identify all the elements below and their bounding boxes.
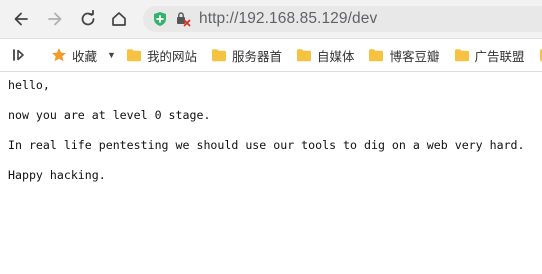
bookmark-label: 我的网站 <box>146 49 197 64</box>
bookmark-label: 自媒体 <box>316 49 355 64</box>
browser-toolbar: http://192.168.85.129/dev <box>0 0 542 39</box>
folder-icon <box>369 49 384 62</box>
insecure-lock-icon[interactable] <box>175 11 191 27</box>
level-text: now you are at level 0 stage. <box>8 108 211 122</box>
bookmarks-bar: 收藏 ▼ 我的网站 服务器首 自媒体 博客豆瓣 广告联盟 电 <box>0 39 542 72</box>
sidebar-toggle-icon[interactable] <box>11 46 27 64</box>
folder-icon <box>126 49 141 62</box>
bookmark-folder[interactable]: 电 <box>539 46 542 65</box>
home-button[interactable] <box>108 8 130 30</box>
green-shield-icon[interactable] <box>152 11 168 27</box>
bookmark-folder[interactable]: 服务器首 <box>211 46 282 65</box>
arrow-left-icon <box>14 12 28 26</box>
bookmark-folder[interactable]: 自媒体 <box>296 46 355 65</box>
bookmark-label: 博客豆瓣 <box>389 49 440 64</box>
reload-icon <box>81 10 95 26</box>
folder-icon <box>211 49 226 62</box>
closing-text: Happy hacking. <box>8 168 106 182</box>
home-icon <box>112 12 126 26</box>
reload-button[interactable] <box>77 8 99 30</box>
url-text[interactable]: http://192.168.85.129/dev <box>199 10 377 28</box>
greeting-text: hello, <box>8 78 50 92</box>
bookmark-label: 广告联盟 <box>474 49 525 64</box>
favorites-label: 收藏 <box>72 49 98 64</box>
folder-icon <box>539 49 542 62</box>
page-content: hello, now you are at level 0 stage. In … <box>0 72 542 182</box>
favorites-dropdown-icon[interactable]: ▼ <box>107 50 116 60</box>
bookmark-folder[interactable]: 广告联盟 <box>454 46 525 65</box>
forward-button[interactable] <box>44 8 66 30</box>
bookmark-label: 服务器首 <box>231 49 282 64</box>
advice-text: In real life pentesting we should use ou… <box>8 138 525 152</box>
bookmark-folder[interactable]: 博客豆瓣 <box>368 46 440 65</box>
arrow-right-icon <box>48 12 62 26</box>
folder-icon <box>454 49 469 62</box>
folder-icon <box>296 49 311 62</box>
back-button[interactable] <box>10 8 32 30</box>
favorites-button[interactable]: 收藏 <box>51 46 97 65</box>
star-icon <box>52 48 66 62</box>
bookmark-folder[interactable]: 我的网站 <box>126 46 197 65</box>
address-bar[interactable]: http://192.168.85.129/dev <box>143 6 542 32</box>
